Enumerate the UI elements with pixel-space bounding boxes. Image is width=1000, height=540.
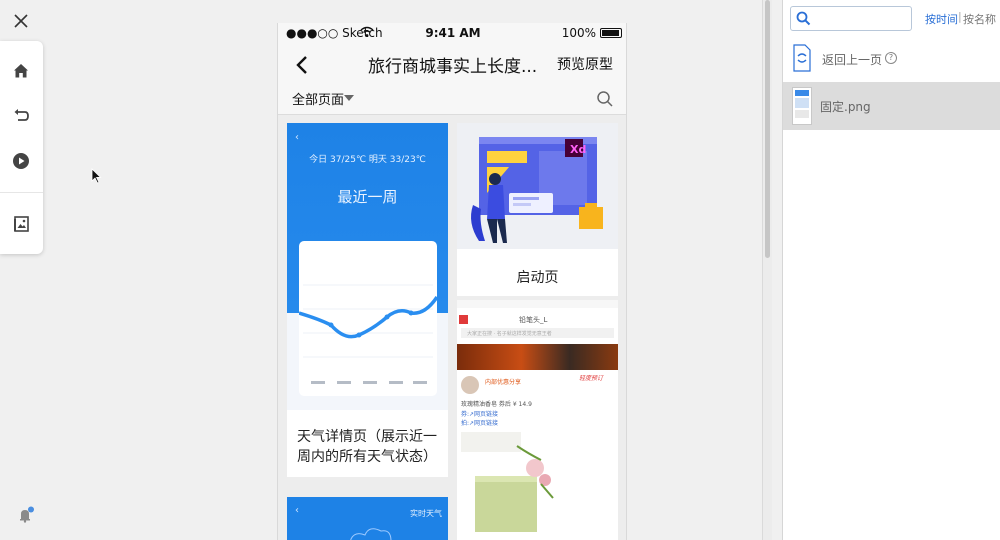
card-label-weather: 天气详情页（展示近一周内的所有天气状态） [297,429,437,465]
feed-avatar [461,376,479,394]
page-search-input[interactable] [790,6,912,31]
page-card-realtime-weather[interactable]: ‹ 实时天气 [287,497,448,540]
undo-icon [14,109,29,121]
feed-username: 内部优惠分享 [485,379,522,386]
mouse-cursor [91,168,103,184]
home-icon [14,64,28,78]
feed-post-line3: 拍:↗网页链接 [461,420,499,427]
all-pages-dropdown[interactable]: 全部页面 [292,89,344,108]
status-bar: ●●●○○ Sketch 9:41 AM 100% [278,23,626,43]
search-icon [796,11,811,26]
file-thumbnail [792,87,812,125]
battery-percent: 100% [561,26,596,40]
nav-bar: 旅行商城事实上长度... 预览原型 [278,43,626,86]
play-button[interactable] [11,151,31,171]
gallery-button[interactable] [11,214,31,234]
page-card-feed[interactable]: 铅笔头_L 大家正在搜 · 名子就这样发觉无意王者 内部优惠分享 轻度预订 玫瑰… [457,300,618,540]
feed-tag: 轻度预订 [579,375,604,382]
bell-icon [20,506,34,523]
notification-button[interactable] [16,505,36,525]
back-button[interactable] [292,53,314,77]
left-toolbar [0,41,43,254]
list-item-file[interactable]: 固定.png [783,82,1000,130]
feed-thumbnail: 铅笔头_L 大家正在搜 · 名子就这样发觉无意王者 内部优惠分享 轻度预订 玫瑰… [457,300,618,540]
page-card-weather[interactable]: ‹ 今日 37/25℃ 明天 33/23℃ 最近一周 天气详情页（展示近一周内的… [287,123,448,477]
toolbar-divider [0,192,43,193]
search-icon [597,91,613,107]
thumb-back-icon: ‹ [295,132,299,143]
page-title: 旅行商城事实上长度... [368,57,538,77]
undo-button[interactable] [11,106,31,126]
page-list-panel: 按时间 | 按名称 返回上一页 ? 固定.png [783,0,1000,540]
close-icon [14,14,28,28]
close-button[interactable] [10,10,32,32]
feed-logo-icon [459,315,468,324]
page-card-launch[interactable]: Xd 启动页 [457,123,618,296]
thumb-back-icon: ‹ [295,505,299,516]
sort-separator: | [958,10,962,23]
play-icon [13,153,29,169]
realtime-weather-thumbnail: ‹ 实时天气 [287,497,448,540]
phone-preview: ●●●○○ Sketch 9:41 AM 100% 旅行商城事实上长度... 预… [277,23,627,540]
image-gallery-icon [14,216,29,232]
feed-post-line2: 券:↗网页链接 [461,411,499,418]
feed-header: 铅笔头_L [519,316,548,324]
back-page-icon [793,44,811,72]
cloud-icon [350,528,392,540]
cursor-icon [91,168,102,184]
back-label: 返回上一页 [822,53,883,67]
home-button[interactable] [11,61,31,81]
battery-icon [600,28,622,38]
file-name: 固定.png [820,100,871,114]
xd-badge: Xd [570,143,587,156]
thumb-temps: 今日 37/25℃ 明天 33/23℃ [309,155,426,165]
feed-banner [457,344,618,370]
feed-search-hint: 大家正在搜 · 名子就这样发觉无意王者 [467,331,552,337]
weather-thumbnail: ‹ 今日 37/25℃ 明天 33/23℃ 最近一周 [287,123,448,410]
chevron-left-icon [296,56,307,74]
sort-by-name[interactable]: 按名称 [963,11,996,27]
launch-illustration [471,137,603,243]
feed-post-line1: 玫瑰精油香皂 券后 ¥ 14.9 [461,401,532,408]
realtime-weather-label: 实时天气 [410,509,442,518]
caret-down-icon [344,95,354,101]
launch-thumbnail: Xd [457,123,618,249]
temperature-line-chart [298,284,439,384]
search-button[interactable] [596,90,614,108]
canvas-scrollbar-thumb[interactable] [765,0,770,258]
filter-bar: 全部页面 [278,86,626,115]
sort-by-time[interactable]: 按时间 [925,11,958,27]
help-icon[interactable]: ? [885,52,897,64]
preview-prototype-button[interactable]: 预览原型 [557,54,613,74]
list-item-back[interactable]: 返回上一页 ? [783,40,1000,80]
thumb-heading: 最近一周 [337,188,398,206]
card-label-launch: 启动页 [516,270,559,286]
thumb-chart-panel [298,241,439,396]
soap-product-image [461,432,554,532]
